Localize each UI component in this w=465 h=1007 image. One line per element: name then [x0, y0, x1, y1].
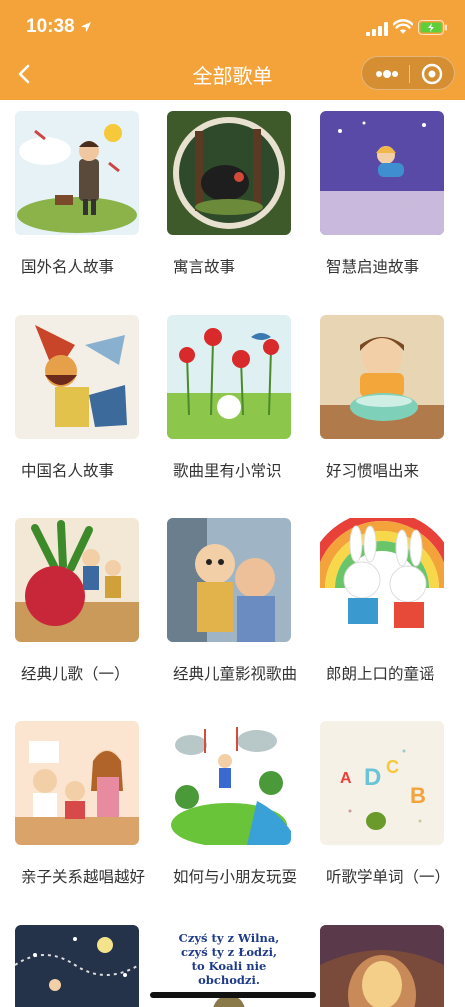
night-sky-illustration — [15, 925, 139, 1007]
cartoon-kids-illustration — [167, 518, 291, 642]
svg-text:C: C — [386, 757, 399, 777]
girl-washing-illustration — [320, 315, 444, 439]
location-arrow-icon — [81, 22, 91, 32]
book-cover-text: Czyś ty z Wilna, czyś ty z Łodzi, to Koa… — [178, 931, 280, 987]
more-icon[interactable] — [372, 65, 402, 83]
mini-program-capsule — [361, 56, 455, 90]
playlist-title: 亲子关系越唱越好 — [21, 868, 146, 886]
forest-fable-illustration — [167, 111, 291, 235]
playlist-title: 国外名人故事 — [21, 258, 115, 276]
home-indicator[interactable] — [150, 992, 316, 998]
playlist-title: 郎朗上口的童谣 — [326, 665, 435, 683]
cellular-signal-icon — [366, 22, 388, 36]
header-bar: 10:38 全部歌单 — [0, 0, 465, 100]
playlist-title: 中国名人故事 — [21, 462, 115, 480]
rain-garden-illustration — [167, 721, 291, 845]
scientist-illustration — [15, 111, 139, 235]
playlist-grid: 国外名人故事 寓言故事 智慧启迪故事 中国名人故事 歌曲里有小常识 好习惯唱出来… — [0, 100, 465, 1007]
svg-text:A: A — [340, 770, 352, 787]
battery-charging-icon — [418, 20, 447, 35]
capsule-divider — [409, 65, 410, 83]
opera-hero-illustration — [15, 315, 139, 439]
poppy-field-illustration — [167, 315, 291, 439]
playlist-title: 经典儿歌（一） — [21, 665, 130, 683]
alphabet-letters-illustration: A D C B — [320, 721, 444, 845]
svg-text:D: D — [364, 764, 381, 791]
status-time: 10:38 — [26, 16, 75, 37]
playlist-title: 歌曲里有小常识 — [173, 462, 282, 480]
cave-illustration — [320, 925, 444, 1007]
playlist-title: 好习惯唱出来 — [326, 462, 420, 480]
moon-girl-illustration — [320, 111, 444, 235]
playlist-title: 寓言故事 — [173, 258, 236, 276]
big-radish-illustration — [15, 518, 139, 642]
status-bar: 10:38 — [0, 0, 465, 54]
playlist-title: 听歌学单词（一） — [326, 868, 451, 886]
playlist-title: 如何与小朋友玩耍 — [173, 868, 298, 886]
close-mini-program-icon[interactable] — [421, 63, 443, 85]
playlist-title: 经典儿童影视歌曲 — [173, 665, 298, 683]
playlist-title: 智慧启迪故事 — [326, 258, 420, 276]
wifi-icon — [393, 19, 413, 34]
rainbow-bunnies-illustration — [320, 518, 444, 642]
svg-text:B: B — [410, 783, 426, 808]
kitchen-family-illustration — [15, 721, 139, 845]
